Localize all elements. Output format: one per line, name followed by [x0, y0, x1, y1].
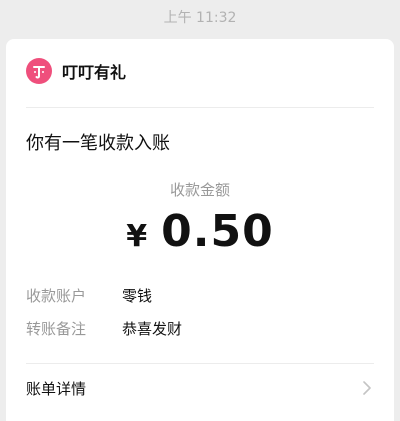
app-name: 叮叮有礼 — [62, 63, 127, 82]
message-timestamp: 上午 11:32 — [163, 10, 237, 26]
chevron-right-icon — [360, 381, 374, 395]
logo-glyph — [33, 66, 45, 79]
detail-key: 转账备注 — [26, 320, 87, 338]
currency-symbol: ¥ — [126, 219, 148, 254]
detail-row-remark: 转账备注 恭喜发财 — [26, 318, 182, 339]
amount-number: 0.50 — [161, 206, 274, 257]
amount-label: 收款金额 — [169, 181, 230, 199]
card-header[interactable]: 叮叮有礼 — [26, 57, 126, 85]
bill-details-link[interactable]: 账单详情 — [26, 369, 374, 407]
app-logo-icon — [26, 58, 52, 84]
payment-notification-card[interactable]: 叮叮有礼 你有一笔收款入账 收款金额 ¥0.50 收款账户 零钱 转账备注 恭喜发财… — [6, 39, 394, 421]
detail-value: 零钱 — [122, 287, 153, 305]
footer-divider — [26, 363, 374, 364]
bill-details-label: 账单详情 — [26, 379, 87, 398]
detail-row-account: 收款账户 零钱 — [26, 285, 152, 306]
header-divider — [26, 107, 374, 108]
detail-key: 收款账户 — [26, 287, 87, 305]
detail-value: 恭喜发财 — [122, 320, 183, 338]
notice-title: 你有一笔收款入账 — [26, 133, 170, 154]
amount-value: ¥0.50 — [6, 206, 394, 257]
